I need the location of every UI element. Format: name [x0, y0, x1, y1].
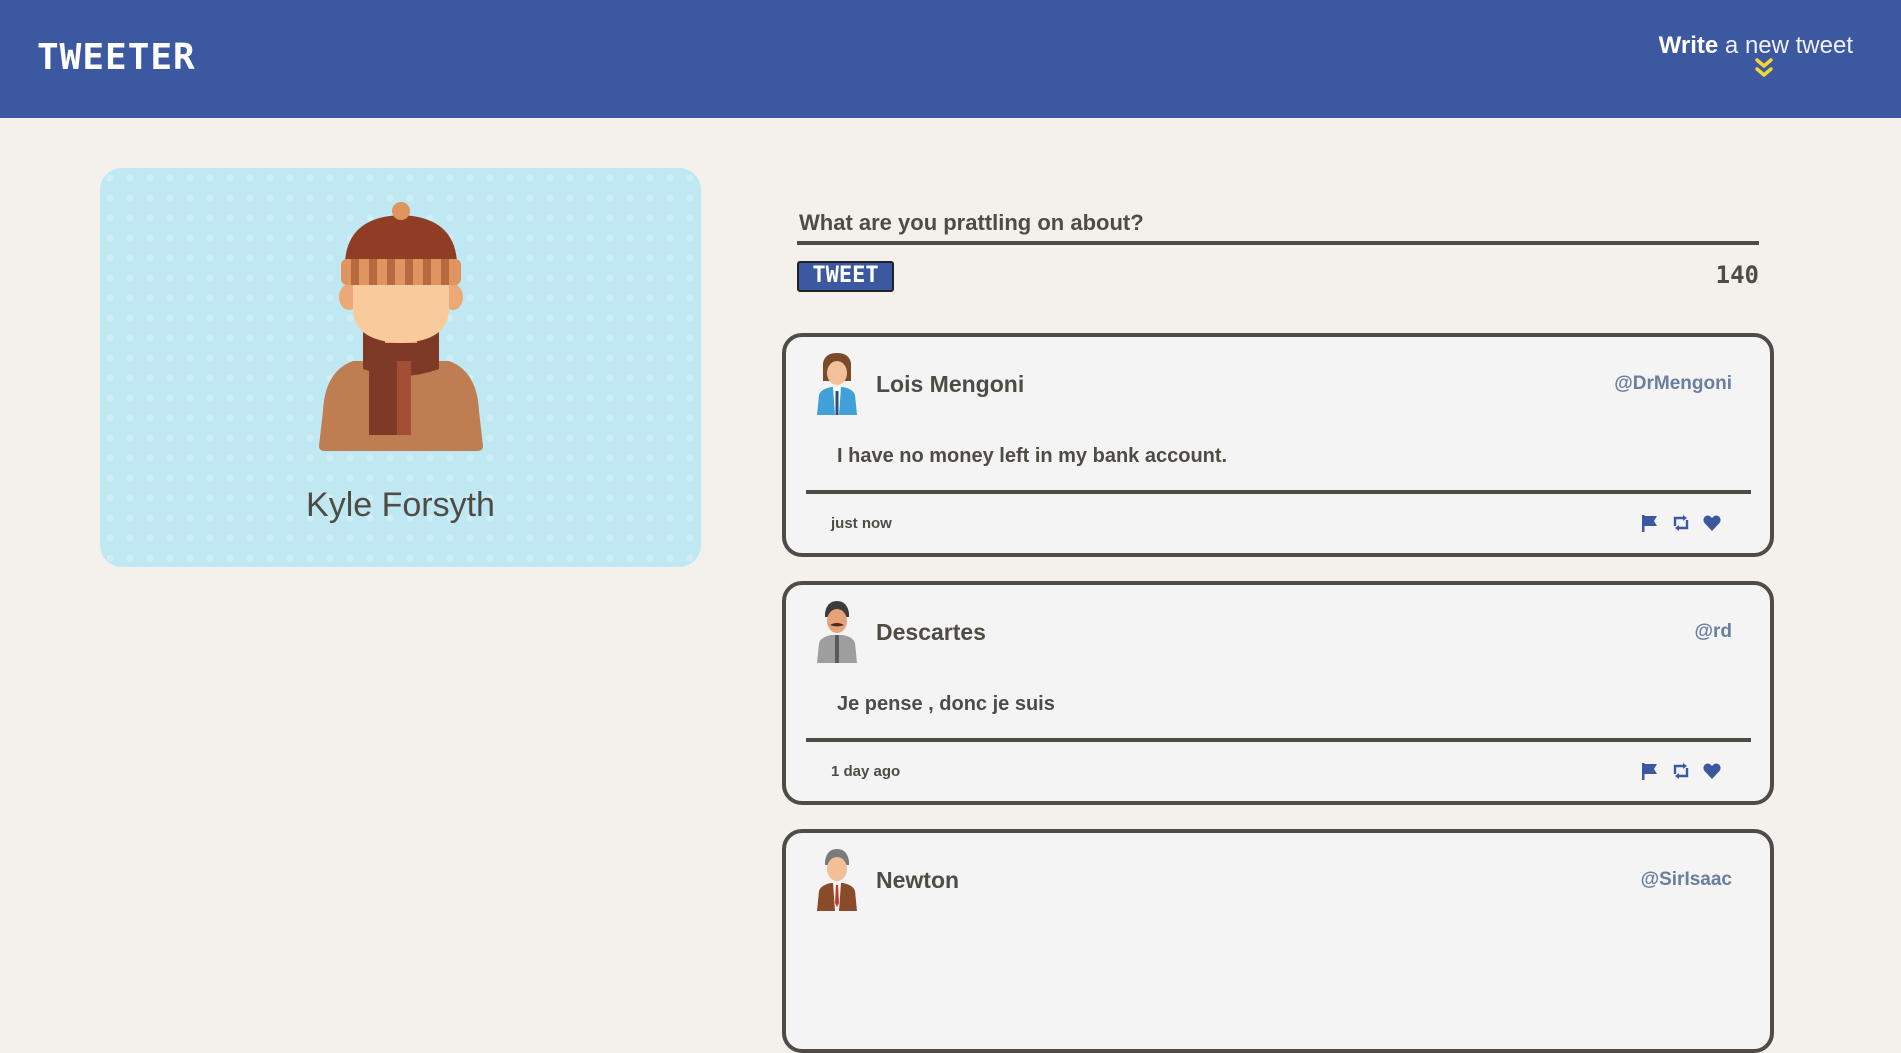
- tweet-timestamp: just now: [831, 515, 892, 532]
- tweet-text-input[interactable]: [797, 205, 1759, 245]
- profile-card: Kyle Forsyth: [100, 168, 701, 567]
- top-nav: TWEETER Write a new tweet: [0, 0, 1901, 118]
- tweet-body: Je pense , donc je suis: [837, 693, 1055, 715]
- tweet-card: Lois Mengoni @DrMengoni I have no money …: [782, 333, 1774, 557]
- profile-name: Kyle Forsyth: [306, 486, 495, 524]
- tweet-divider: [806, 490, 1751, 494]
- tweet-author-handle: @DrMengoni: [1614, 373, 1732, 394]
- brand-logo: TWEETER: [37, 37, 196, 78]
- man-suit-avatar-icon: [817, 849, 857, 911]
- tweet-actions: [1640, 761, 1722, 781]
- write-label-rest: a new tweet: [1724, 32, 1853, 59]
- tweet-body: I have no money left in my bank account.: [837, 445, 1228, 467]
- tweet-author-name: Newton: [876, 867, 960, 893]
- heart-icon[interactable]: [1702, 513, 1722, 533]
- woman-business-avatar-icon: [817, 353, 857, 415]
- write-new-tweet-link[interactable]: Write a new tweet: [1659, 32, 1853, 60]
- compose-tweet-form: TWEET 140: [797, 205, 1759, 295]
- heart-icon[interactable]: [1702, 761, 1722, 781]
- mustache-man-avatar-icon: [817, 601, 857, 663]
- character-counter: 140: [1715, 261, 1759, 289]
- retweet-icon[interactable]: [1671, 513, 1691, 533]
- double-chevron-down-icon[interactable]: [1755, 58, 1773, 78]
- tweet-author-name: Descartes: [876, 619, 986, 645]
- tweet-author-handle: @rd: [1694, 621, 1732, 642]
- tweet-timestamp: 1 day ago: [831, 763, 901, 780]
- write-label-strong: Write: [1658, 32, 1719, 59]
- tweet-author-handle: @SirIsaac: [1640, 869, 1732, 890]
- tweet-actions: [1640, 513, 1722, 533]
- tweet-card: Descartes @rd Je pense , donc je suis 1 …: [782, 581, 1774, 805]
- flag-icon[interactable]: [1640, 513, 1660, 533]
- flag-icon[interactable]: [1640, 761, 1660, 781]
- tweet-card: Newton @SirIsaac: [782, 829, 1774, 1053]
- tweet-author-name: Lois Mengoni: [876, 371, 1025, 397]
- profile-avatar-icon: [319, 202, 483, 451]
- retweet-icon[interactable]: [1671, 761, 1691, 781]
- tweet-divider: [806, 738, 1751, 742]
- tweet-submit-button[interactable]: TWEET: [797, 261, 894, 292]
